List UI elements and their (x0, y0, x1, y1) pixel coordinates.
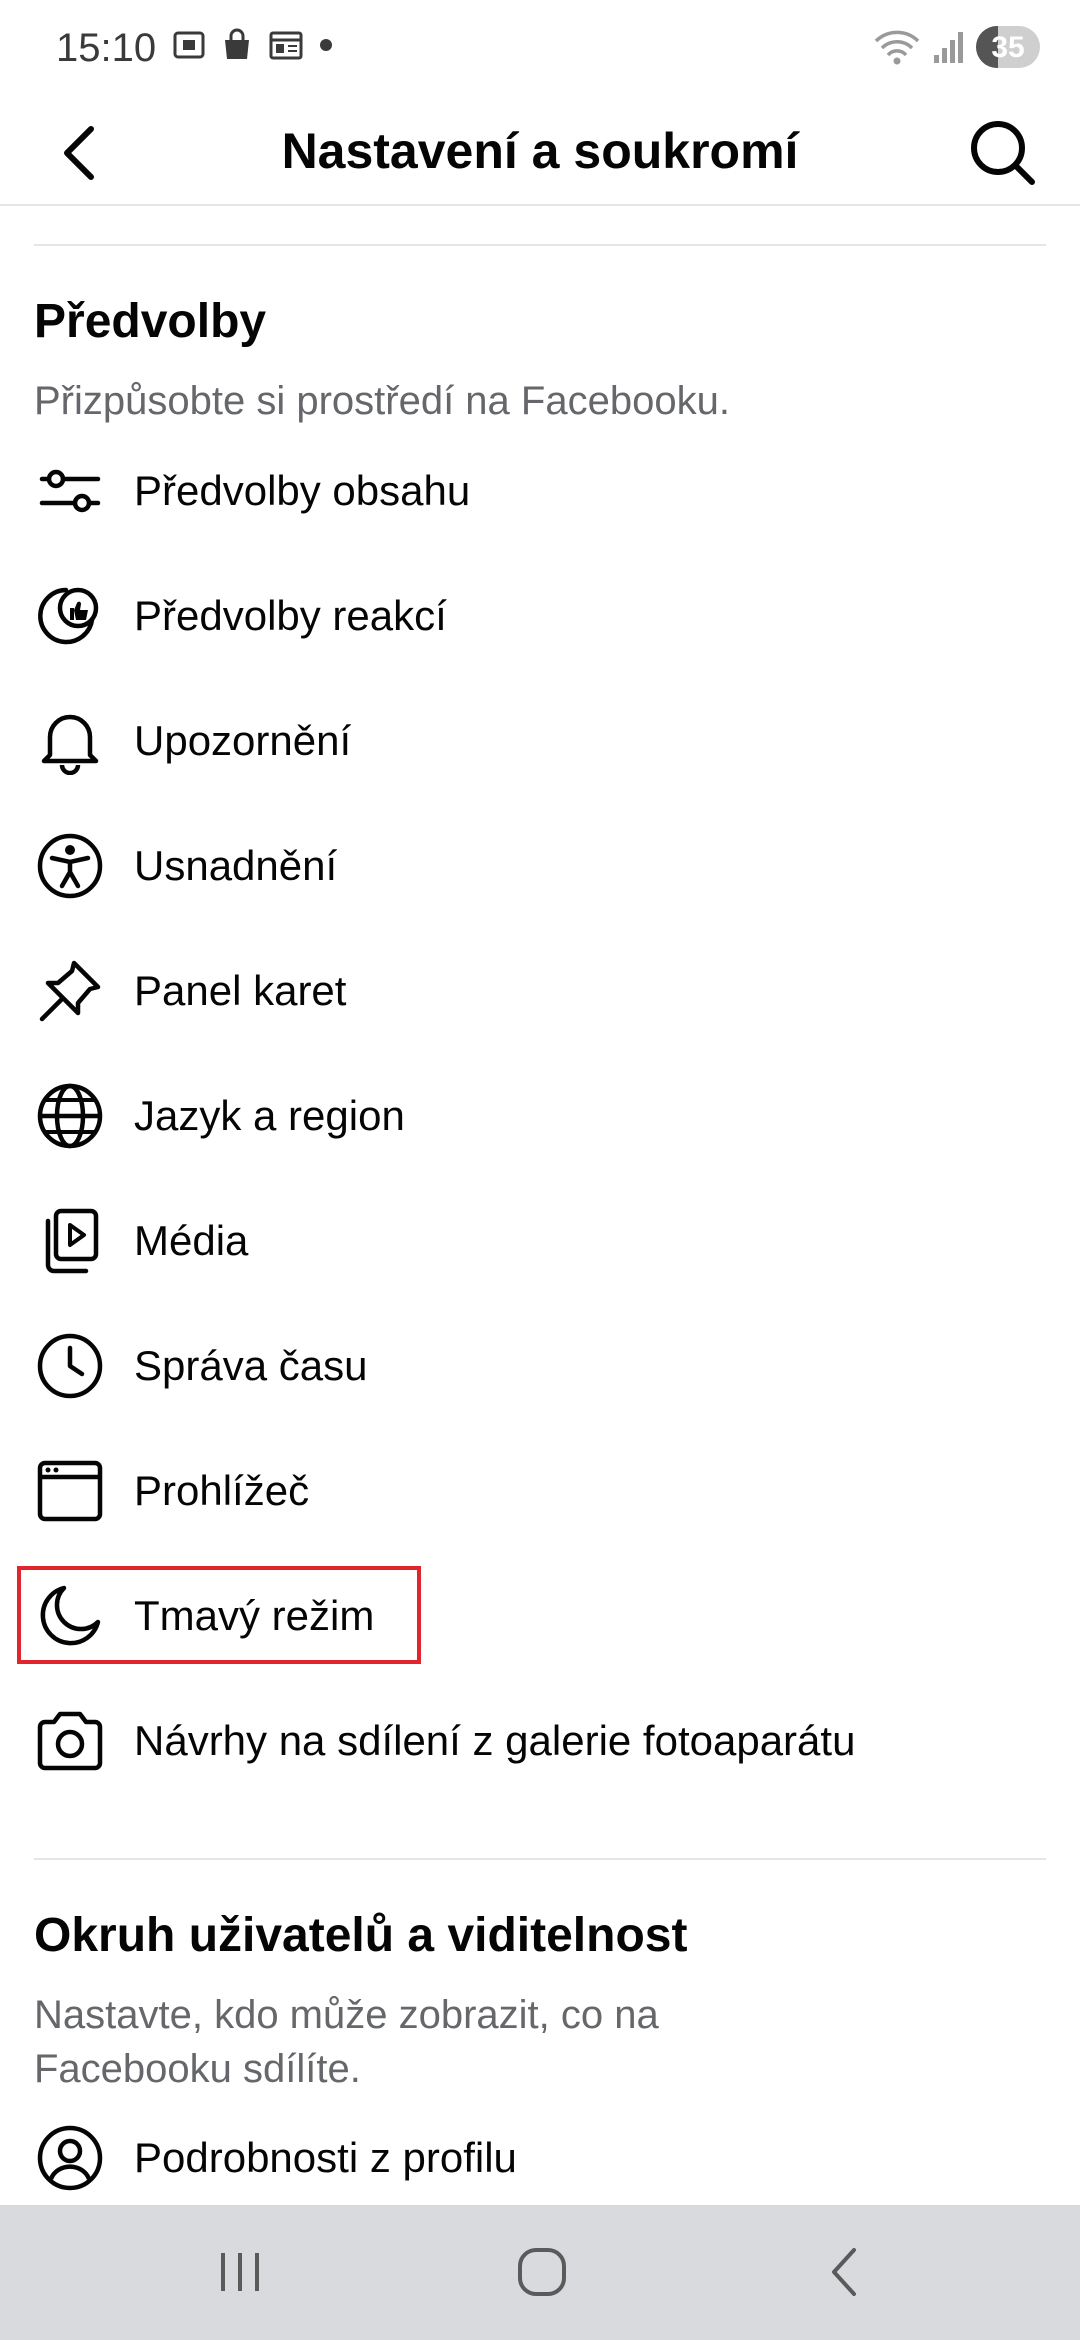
menu-item-label: Usnadnění (134, 842, 338, 889)
section-subtitle-preferences: Přizpůsobte si prostředí na Facebooku. (34, 379, 730, 423)
menu-item-time-management[interactable]: Správa času (20, 1310, 1060, 1422)
home-button[interactable] (482, 2227, 602, 2317)
calendar-icon (269, 31, 303, 60)
menu-item-label: Předvolby obsahu (134, 467, 471, 514)
page-title: Nastavení a soukromí (281, 123, 799, 179)
menu-item-accessibility[interactable]: Usnadnění (20, 810, 1060, 922)
sliders-icon (34, 455, 106, 527)
shopping-bag-icon (225, 28, 249, 59)
screenshot-icon (173, 31, 205, 59)
battery-indicator: 35 (976, 26, 1040, 68)
menu-item-reaction-preferences[interactable]: Předvolby reakcí (20, 560, 1060, 672)
menu-item-profile-details[interactable]: Podrobnosti z profilu (20, 2102, 1060, 2214)
menu-item-label: Panel karet (134, 967, 347, 1014)
menu-item-notifications[interactable]: Upozornění (20, 685, 1060, 797)
search-icon (971, 121, 1035, 185)
menu-item-label: Předvolby reakcí (134, 592, 447, 639)
menu-item-tab-bar[interactable]: Panel karet (20, 935, 1060, 1047)
menu-item-browser[interactable]: Prohlížeč (20, 1435, 1060, 1547)
nav-back-button[interactable] (784, 2227, 904, 2317)
media-icon (34, 1205, 106, 1277)
menu-item-label: Návrhy na sdílení z galerie fotoaparátu (134, 1717, 856, 1764)
pin-icon (34, 955, 106, 1027)
recent-apps-button[interactable] (180, 2227, 300, 2317)
menu-item-label: Správa času (134, 1342, 368, 1389)
profile-icon (34, 2122, 106, 2194)
dot-icon (320, 39, 332, 51)
wifi-icon (874, 30, 920, 65)
status-time: 15:10 (56, 26, 157, 70)
reaction-icon (34, 580, 106, 652)
system-icons: 35 (872, 26, 1040, 68)
recent-apps-icon (221, 2253, 259, 2291)
menu-item-label: Podrobnosti z profilu (134, 2134, 517, 2181)
camera-icon (34, 1705, 106, 1777)
home-icon (518, 2248, 566, 2296)
globe-icon (34, 1080, 106, 1152)
menu-item-label: Upozornění (134, 717, 352, 764)
notification-icons (172, 28, 334, 62)
browser-icon (34, 1455, 106, 1527)
system-nav-bar (0, 2205, 1080, 2340)
section-title-audience: Okruh uživatelů a viditelnost (34, 1909, 688, 1962)
menu-item-label: Prohlížeč (134, 1467, 310, 1514)
status-bar: 15:10 35 (0, 0, 1080, 100)
section-subtitle-audience: Nastavte, kdo může zobrazit, co na Faceb… (34, 1993, 659, 2091)
menu-item-content-preferences[interactable]: Předvolby obsahu (20, 435, 1060, 547)
highlight-box (17, 1566, 421, 1664)
menu-item-camera-roll-suggestions[interactable]: Návrhy na sdílení z galerie fotoaparátu (20, 1685, 1060, 1797)
section-divider (34, 1858, 1046, 1860)
signal-icon (934, 32, 963, 63)
search-button[interactable] (964, 114, 1040, 190)
nav-back-icon (832, 2248, 856, 2296)
bell-icon (34, 705, 106, 777)
accessibility-icon (34, 830, 106, 902)
section-divider (34, 244, 1046, 246)
section-title-preferences: Předvolby (34, 295, 267, 348)
menu-item-label: Média (134, 1217, 249, 1264)
menu-item-label: Jazyk a region (134, 1092, 405, 1139)
menu-item-language-region[interactable]: Jazyk a region (20, 1060, 1060, 1172)
menu-item-media[interactable]: Média (20, 1185, 1060, 1297)
app-header: Nastavení a soukromí (0, 100, 1080, 206)
battery-level: 35 (991, 31, 1025, 64)
clock-icon (34, 1330, 106, 1402)
